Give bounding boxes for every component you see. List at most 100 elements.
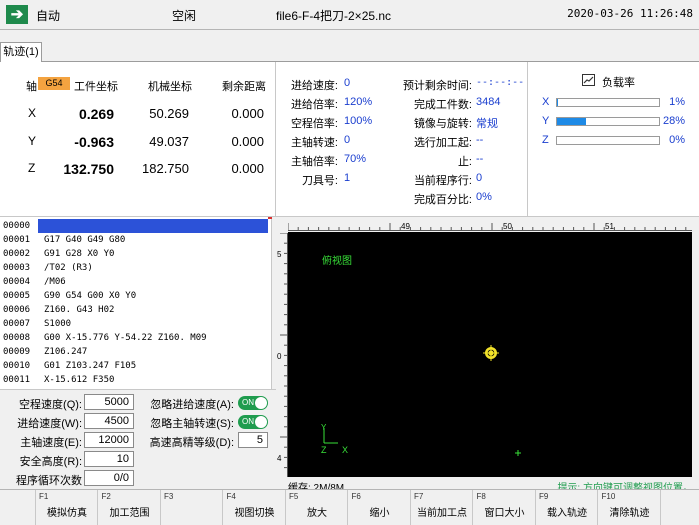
program-line[interactable]: 00011 X-15.612 F350 [0,373,271,387]
line-code: G01 Z103.247 F105 [44,361,137,371]
ignore-spindle-toggle[interactable]: ON [238,415,268,429]
status-label: 主轴转速: [290,137,338,149]
program-line[interactable]: 00007 S1000 [0,317,271,331]
program-line[interactable]: 00010 G01 Z103.247 F105 [0,359,271,373]
tab-trace[interactable]: 轨迹(1) [0,42,42,63]
status-label: 进给速度: [290,80,338,92]
fkey-f9[interactable]: F9 载入轨迹 [536,490,598,525]
program-line[interactable]: 00004/M06 [0,275,271,289]
line-code: G90 G54 G00 X0 Y0 [44,291,137,301]
machine-state: 空闲 [172,9,197,23]
canvas-overlay: Y Z X [321,345,521,456]
fkey-spacer [0,490,36,525]
machine-coord-header: 机械坐标 [148,81,192,93]
title-bar: ➔ 自动 空闲 file6-F-4把刀-2×25.nc 2020-03-26 1… [0,0,699,30]
feed-speed-label: 进给速度(W): [17,418,82,430]
program-line[interactable]: 00002 G91 G28 X0 Y0 [0,247,271,261]
top-ruler: 49 50 51 [288,222,692,231]
fkey-f4[interactable]: F4 视图切换 [224,490,286,525]
line-number: 00003 [3,263,31,273]
fkey-f5[interactable]: F5 放大 [286,490,348,525]
triad-y-label: Y [321,423,327,432]
load-bar [556,136,660,145]
fkey-f7[interactable]: F7 当前加工点 [411,490,473,525]
line-code: /M06 [44,277,66,287]
status-value: 0 [344,134,351,146]
fkey-number: F1 [39,492,49,501]
fkey-f1[interactable]: F1 模拟仿真 [36,490,98,525]
program-line[interactable]: 00001 G17 G40 G49 G80 [0,233,271,247]
program-line[interactable]: 00003/T02 (R3) [0,261,271,275]
fkey-f6[interactable]: F6 缩小 [349,490,411,525]
fkey-f2[interactable]: F2 加工范围 [99,490,161,525]
line-number: 00005 [3,291,31,301]
coordinate-system-badge[interactable]: G54 [38,77,70,90]
datetime: 2020-03-26 11:26:48 [567,7,693,20]
program-line[interactable]: 00008 G00 X-15.776 Y-54.22 Z160. M09 [0,331,271,345]
line-code: /T02 (R3) [44,263,93,273]
status-value: 0% [476,191,492,203]
rapid-speed-label: 空程速度(Q): [19,399,82,411]
load-bar [556,117,660,126]
status-value: 0 [476,172,483,184]
load-percent: 1% [669,96,685,108]
load-percent: 0% [669,134,685,146]
fkey-number: F6 [351,492,361,501]
status-value: 100% [344,115,373,127]
ruler-label: 50 [503,222,512,231]
rapid-speed-input[interactable]: 5000 [84,394,134,410]
line-number: 00010 [3,361,31,371]
line-number: 00004 [3,277,31,287]
remaining-distance: 0.000 [231,161,264,176]
work-coord: 132.750 [63,161,114,177]
machine-coord: 182.750 [142,161,189,176]
status-label: 预计剩余时间: [402,80,472,92]
fkey-f3[interactable]: F3 [161,490,223,525]
status-remaining-time: 预计剩余时间: --:--:-- [386,77,528,93]
load-fill [557,99,559,106]
toolpath-canvas[interactable]: 俯视图 Y Z X [288,232,692,477]
fkey-label: 当前加工点 [417,508,467,519]
safe-height-label: 安全高度(R): [19,456,82,468]
program-line[interactable]: 00006 Z160. G43 H02 [0,303,271,317]
line-number: 00001 [3,235,31,245]
load-row-z: Z 0% [528,134,699,148]
program-line[interactable]: 00009 Z106.247 [0,345,271,359]
load-percent: 28% [662,115,685,127]
fkey-label: 视图切换 [234,508,275,519]
remaining-distance: 0.000 [231,106,264,121]
load-row-y: Y 28% [528,115,699,129]
program-line[interactable]: 00005 G90 G54 G00 X0 Y0 [0,289,271,303]
fkey-number: F8 [476,492,486,501]
axis-row-x: X 0.269 50.269 0.000 [0,106,276,126]
machine-coord: 50.269 [149,106,189,121]
status-label: 当前程序行: [413,175,472,187]
line-code: Z160. G43 H02 [44,305,115,315]
ruler-label: 5 [277,250,282,259]
mode-label: 自动 [36,9,61,23]
safe-height-input[interactable]: 10 [84,451,134,467]
loop-count-input[interactable]: 0/0 [84,470,134,486]
spindle-speed-label: 主轴速度(E): [20,437,82,449]
line-code: X-15.612 F350 [44,375,115,385]
status-label: 完成百分比: [413,194,472,206]
feed-speed-input[interactable]: 4500 [84,413,134,429]
ignore-feed-toggle[interactable]: ON [238,396,268,410]
spindle-speed-input[interactable]: 12000 [84,432,134,448]
remaining-header: 剩余距离 [222,81,266,93]
ruler-label: 0 [277,352,282,361]
load-axis: Y [542,115,550,127]
fkey-f8[interactable]: F8 窗口大小 [474,490,536,525]
axis-name: Z [28,161,36,175]
ruler-label: 51 [605,222,614,231]
axis-row-z: Z 132.750 182.750 0.000 [0,161,276,181]
axis-name: Y [28,134,37,148]
program-listing[interactable]: 00000 00001 G17 G40 G49 G80 00002 G91 G28 X0… [0,217,272,389]
line-number: 00011 [3,375,31,385]
line-code [38,219,268,233]
program-line-current[interactable]: 00000 [0,219,271,233]
hs-level-input[interactable]: 5 [238,432,268,448]
work-coord: 0.269 [78,106,114,122]
fkey-f10[interactable]: F10 清除轨迹 [599,490,661,525]
auto-mode-icon: ➔ [6,5,28,24]
